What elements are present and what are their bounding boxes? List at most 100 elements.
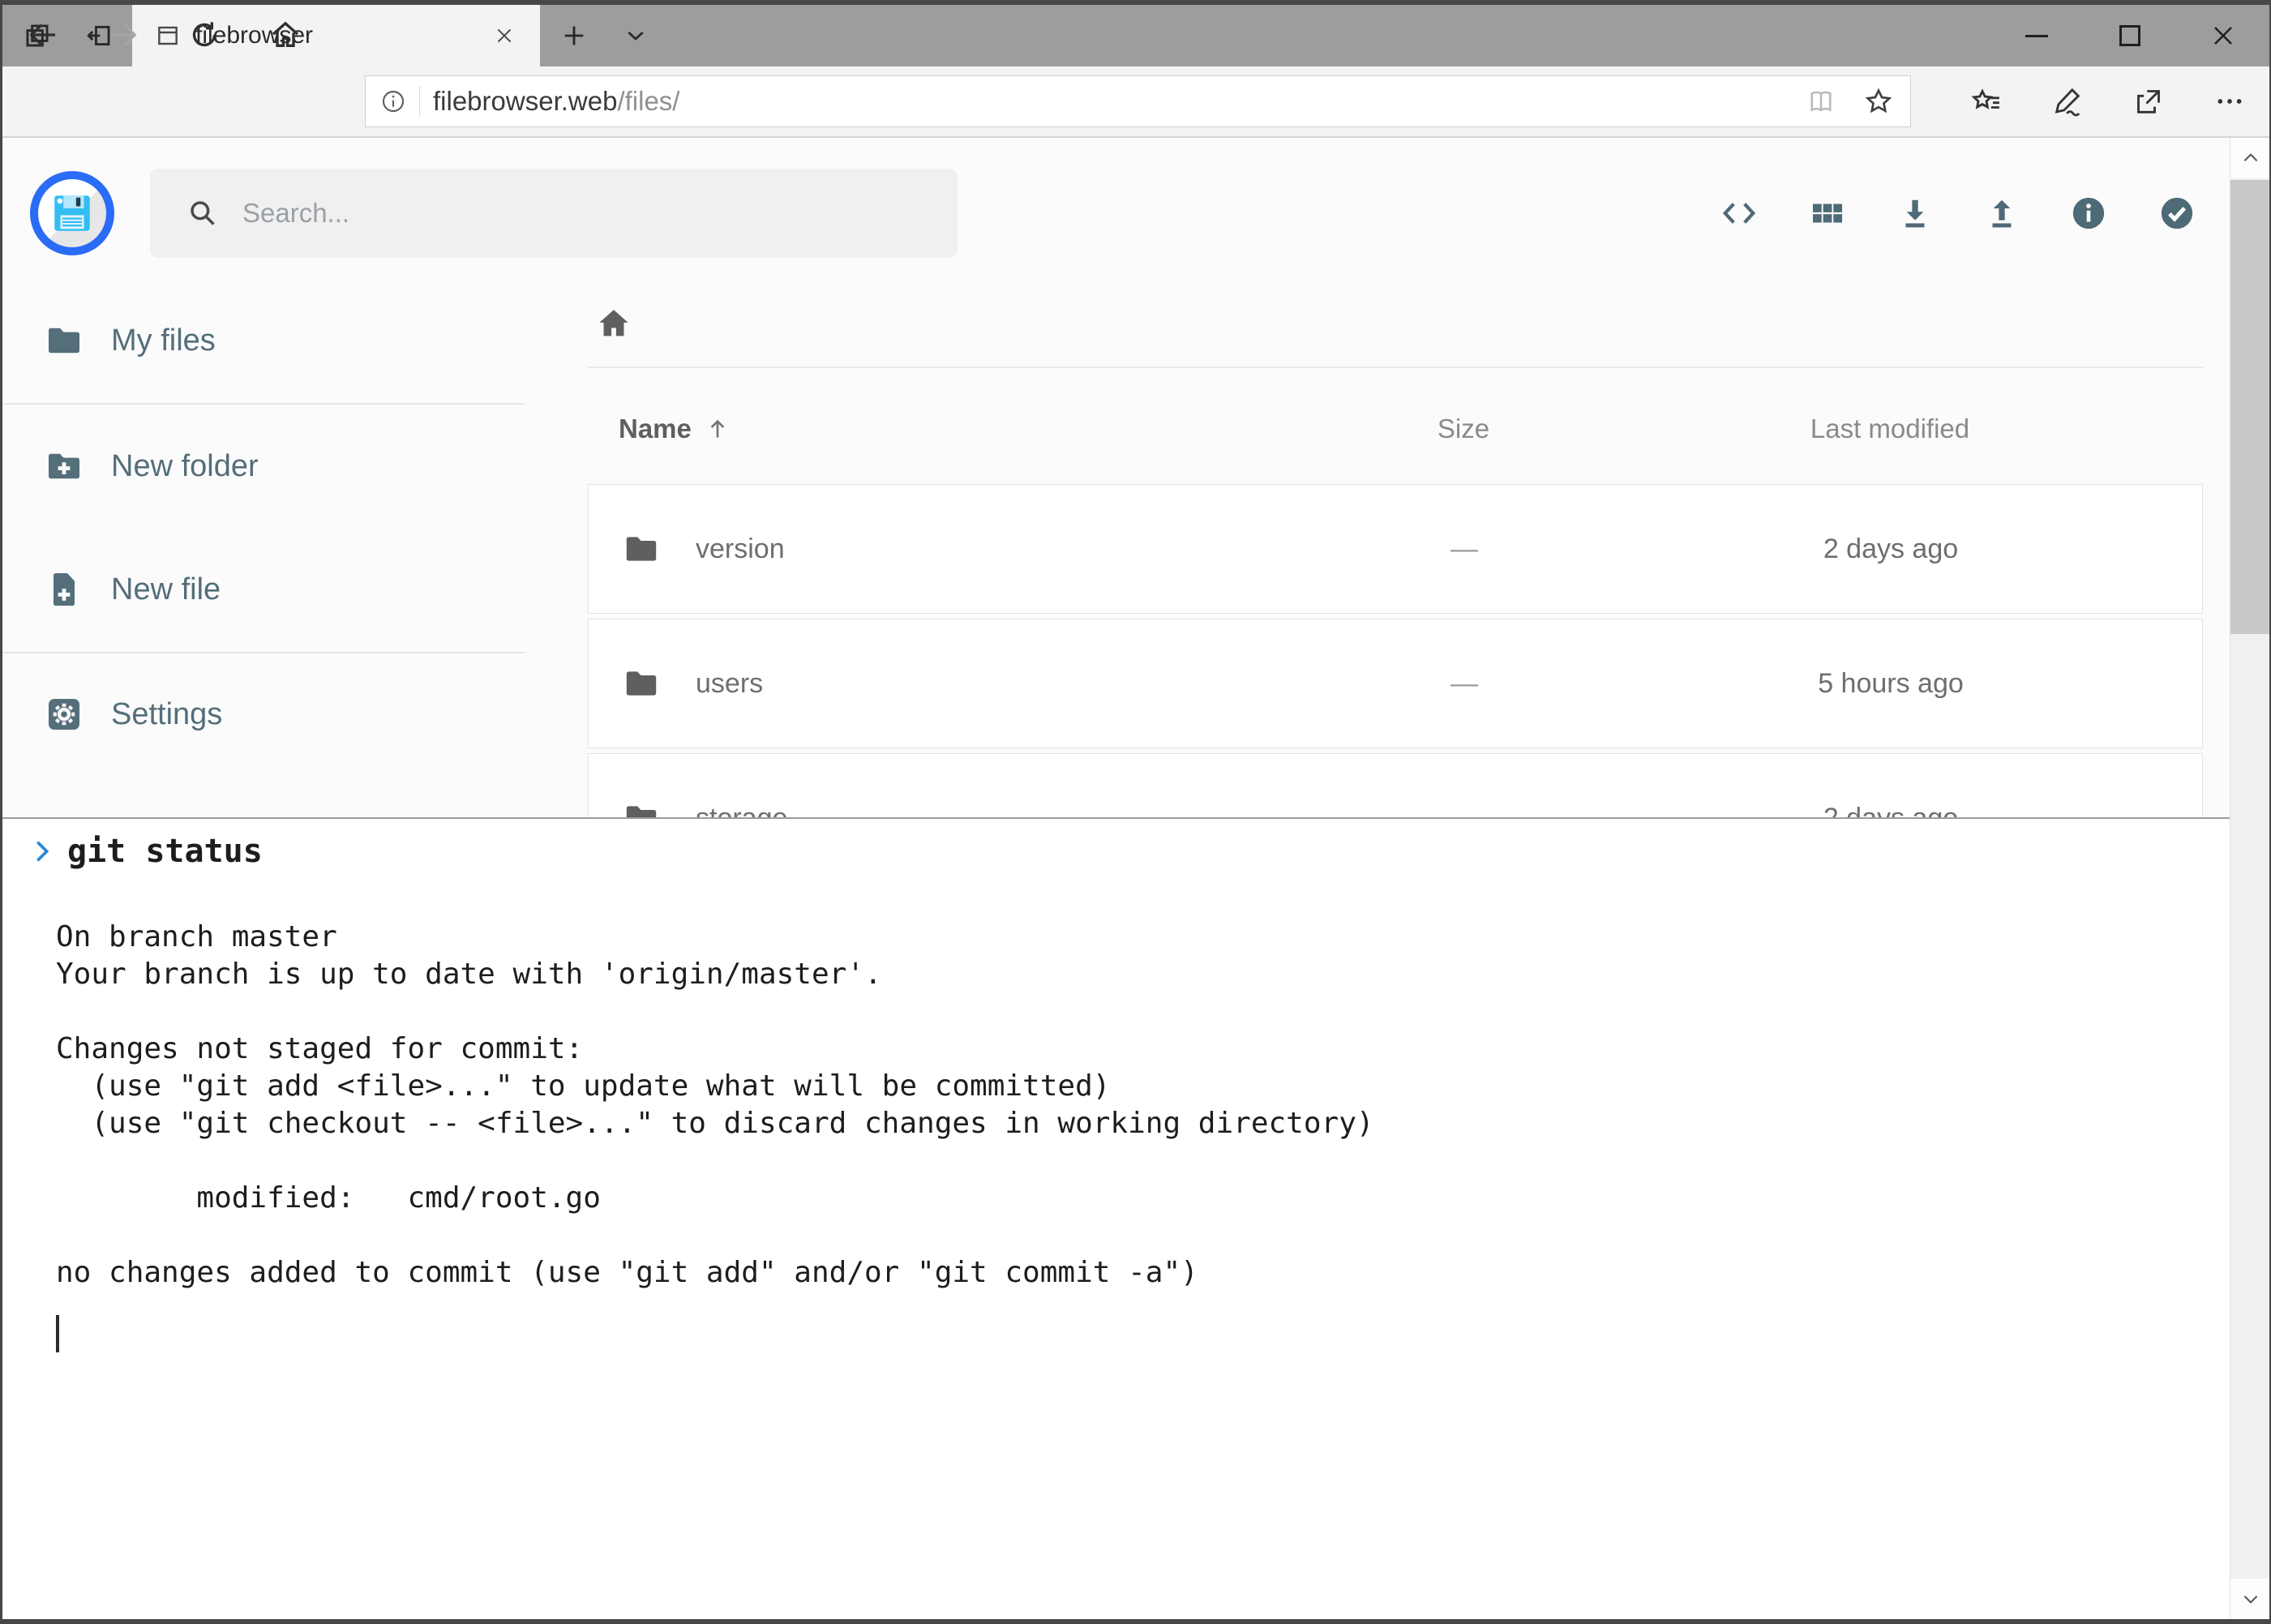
more-icon [2213,85,2246,118]
folder-icon [623,530,660,568]
url-bar[interactable]: filebrowser.web/files/ [365,75,1911,127]
window-border-left [0,0,2,1624]
search-input[interactable] [241,197,893,229]
listing-header: Name Size Last modified [588,406,2203,452]
scrollbar-thumb[interactable] [2230,180,2271,634]
site-info-icon[interactable] [380,88,406,114]
sidebar-label: New file [111,572,221,607]
sidebar-label: My files [111,324,216,358]
file-modified: 2 days ago [1578,533,2204,565]
terminal-command: git status [67,833,263,870]
reading-view-icon[interactable] [1806,87,1836,116]
sidebar-item-settings[interactable]: Settings [2,666,525,763]
search-box[interactable] [150,169,958,258]
tab-dropdown-icon [623,23,649,49]
prompt-chevron-icon [30,838,54,865]
share-button[interactable] [2118,70,2179,133]
scroll-down-button[interactable] [2230,1579,2271,1619]
minimize-button[interactable] [1999,5,2074,66]
folder-icon [45,321,84,360]
annotate-pen-button[interactable] [2037,70,2098,133]
column-header-size[interactable]: Size [1350,413,1577,444]
sort-asc-icon [705,416,731,442]
search-icon [187,198,218,229]
minimize-icon [2025,35,2048,37]
terminal-output: On branch master Your branch is up to da… [56,881,1374,1292]
file-size: — [1351,668,1578,700]
window-border-bottom [0,1619,2271,1624]
sidebar-divider [2,403,525,405]
page-content: My files New folder New file [2,138,2271,1619]
window-close-button[interactable] [2184,5,2262,66]
info-icon [2070,195,2107,232]
hub-icon [1970,85,2003,118]
file-row-users[interactable]: users — 5 hours ago [588,619,2203,748]
refresh-button[interactable] [174,3,235,66]
info-button[interactable] [2058,182,2119,244]
sidebar-item-new-folder[interactable]: New folder [2,418,525,515]
sidebar-label: Settings [111,697,222,732]
scroll-down-icon [2240,1588,2261,1609]
url-path: /files/ [617,86,679,116]
sidebar-divider [2,652,525,653]
tab-strip: filebrowser [0,5,2271,66]
back-icon [27,19,59,51]
tab-close-button[interactable] [486,18,522,54]
grid-view-icon [1809,195,1846,232]
check-circle-icon [2158,195,2196,232]
folder-plus-icon [45,447,84,486]
window-close-icon [2211,24,2235,48]
breadcrumb-home-button[interactable] [585,295,643,352]
folder-icon [623,665,660,702]
column-header-name[interactable]: Name [588,413,1350,444]
settings-gear-icon [45,695,84,734]
tab-dropdown-button[interactable] [606,5,665,66]
listing-divider [588,366,2203,368]
home-nav-icon [269,19,302,51]
window-border-top [0,0,2271,5]
url-separator [419,86,420,117]
favorites-hub-button[interactable] [1956,70,2017,133]
sidebar-item-my-files[interactable]: My files [2,292,525,389]
download-button[interactable] [1884,182,1946,244]
forward-icon [107,19,139,51]
terminal-panel[interactable]: git status On branch master Your branch … [2,817,2230,1619]
upload-icon [1983,195,2020,232]
share-icon [2132,85,2165,118]
sidebar-label: New folder [111,449,259,484]
back-button[interactable] [12,3,74,66]
column-name-label: Name [619,413,692,444]
annotate-pen-icon [2051,85,2084,118]
favorite-star-icon[interactable] [1863,86,1894,117]
url-host: filebrowser.web [433,86,617,116]
refresh-icon [188,19,221,51]
code-icon [1720,195,1758,232]
floppy-logo-icon [49,190,96,237]
raw-code-button[interactable] [1708,182,1770,244]
app-logo[interactable] [30,171,114,255]
upload-button[interactable] [1971,182,2033,244]
forward-button[interactable] [92,3,154,66]
new-tab-button[interactable] [545,5,603,66]
terminal-cursor [56,1315,59,1352]
scroll-up-icon [2240,148,2261,169]
file-modified: 5 hours ago [1578,668,2204,700]
file-name: version [696,533,785,565]
maximize-button[interactable] [2093,5,2167,66]
download-icon [1896,195,1934,232]
url-text: filebrowser.web/files/ [433,86,679,117]
home-button[interactable] [255,3,316,66]
file-plus-icon [45,570,84,609]
sidebar-item-new-file[interactable]: New file [2,541,525,638]
maximize-icon [2119,25,2140,46]
grid-view-button[interactable] [1797,182,1858,244]
select-check-button[interactable] [2146,182,2208,244]
column-header-modified[interactable]: Last modified [1577,413,2203,444]
file-row-version[interactable]: version — 2 days ago [588,484,2203,614]
page-scrollbar[interactable] [2230,138,2271,1619]
tab-close-icon [494,25,515,46]
breadcrumb-home-icon [595,305,632,342]
scroll-up-button[interactable] [2230,138,2271,178]
file-name: users [696,668,763,700]
settings-more-button[interactable] [2199,70,2260,133]
